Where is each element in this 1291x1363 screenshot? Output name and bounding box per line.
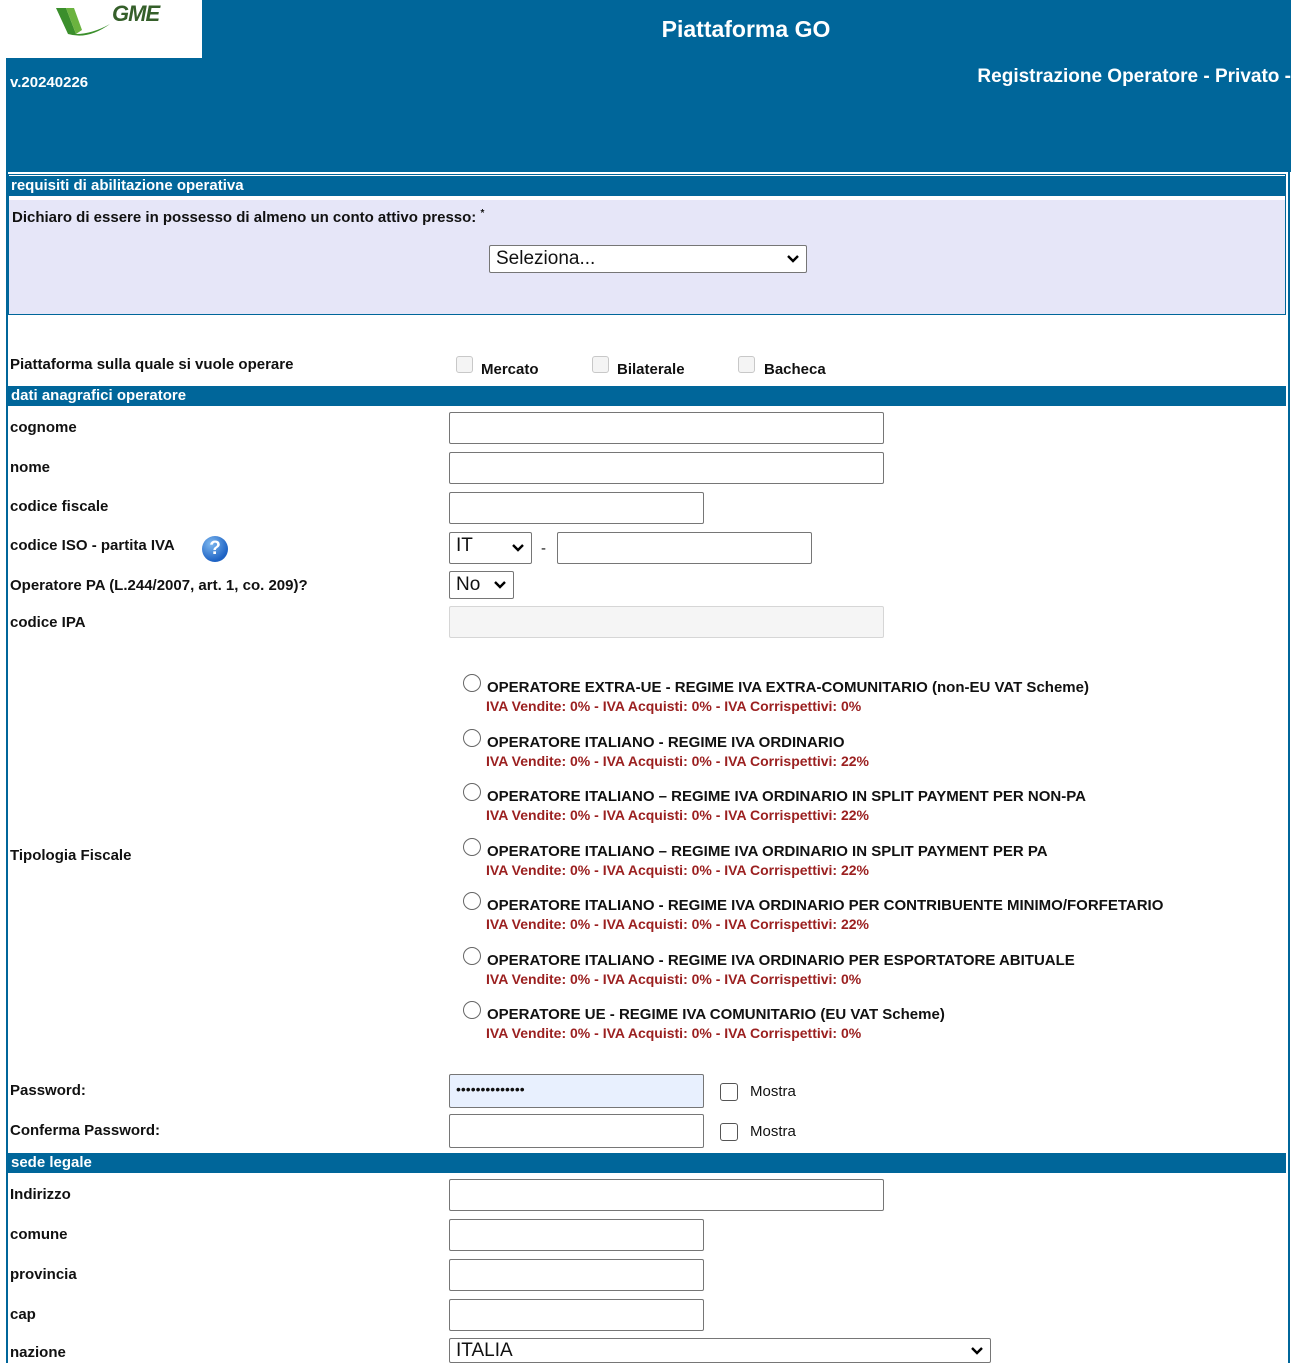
codice-fiscale-input[interactable] bbox=[449, 492, 704, 524]
provincia-label: provincia bbox=[10, 1266, 77, 1283]
show-password-label: Mostra bbox=[750, 1083, 796, 1100]
option-iva: IVA Vendite: 0% - IVA Acquisti: 0% - IVA… bbox=[486, 916, 869, 932]
section-header-requisiti: requisiti di abilitazione operativa bbox=[8, 176, 1286, 196]
checkbox-mercato-label: Mercato bbox=[481, 361, 539, 378]
confirm-password-input[interactable] bbox=[449, 1114, 704, 1148]
chevron-down-icon bbox=[971, 1347, 983, 1355]
radio-split-pa[interactable] bbox=[463, 838, 481, 856]
help-icon[interactable]: ? bbox=[202, 536, 228, 562]
conto-attivo-select[interactable]: Seleziona... bbox=[489, 245, 807, 273]
cognome-label: cognome bbox=[10, 419, 77, 436]
nome-input[interactable] bbox=[449, 452, 884, 484]
password-input[interactable]: •••••••••••••• bbox=[449, 1074, 704, 1108]
option-title: OPERATORE ITALIANO – REGIME IVA ORDINARI… bbox=[487, 788, 1086, 805]
version-label: v.20240226 bbox=[10, 74, 89, 91]
section-header-sede-legale: sede legale bbox=[8, 1153, 1286, 1173]
option-title: OPERATORE UE - REGIME IVA COMUNITARIO (E… bbox=[487, 1006, 945, 1023]
show-password-checkbox[interactable] bbox=[720, 1083, 738, 1101]
right-border bbox=[1288, 172, 1290, 1363]
indirizzo-input[interactable] bbox=[449, 1179, 884, 1211]
app-title: Piattaforma GO bbox=[661, 16, 831, 42]
codice-ipa-label: codice IPA bbox=[10, 614, 86, 631]
option-iva: IVA Vendite: 0% - IVA Acquisti: 0% - IVA… bbox=[486, 971, 862, 987]
show-confirm-password-checkbox[interactable] bbox=[720, 1123, 738, 1141]
codice-fiscale-label: codice fiscale bbox=[10, 498, 109, 515]
option-title: OPERATORE ITALIANO - REGIME IVA ORDINARI… bbox=[487, 952, 1075, 969]
show-confirm-password-label: Mostra bbox=[750, 1123, 796, 1140]
option-iva: IVA Vendite: 0% - IVA Acquisti: 0% - IVA… bbox=[486, 862, 869, 878]
provincia-input[interactable] bbox=[449, 1259, 704, 1291]
option-title: OPERATORE ITALIANO - REGIME IVA ORDINARI… bbox=[487, 897, 1164, 914]
page-subtitle: Registrazione Operatore - Privato - bbox=[977, 66, 1291, 87]
operatore-pa-select[interactable]: No bbox=[449, 571, 514, 599]
requisiti-box: Dichiaro di essere in possesso di almeno… bbox=[8, 200, 1286, 315]
codice-ipa-input-disabled bbox=[449, 606, 884, 638]
operatore-pa-label: Operatore PA (L.244/2007, art. 1, co. 20… bbox=[10, 577, 308, 594]
comune-input[interactable] bbox=[449, 1219, 704, 1251]
option-iva: IVA Vendite: 0% - IVA Acquisti: 0% - IVA… bbox=[486, 807, 869, 823]
required-mark: * bbox=[480, 208, 485, 219]
radio-italiano-ordinario[interactable] bbox=[463, 729, 481, 747]
left-border bbox=[6, 172, 8, 1363]
cap-label: cap bbox=[10, 1306, 36, 1323]
tipologia-fiscale-label: Tipologia Fiscale bbox=[10, 847, 132, 864]
iso-separator: - bbox=[541, 540, 546, 557]
chevron-down-icon bbox=[787, 255, 799, 263]
checkbox-mercato[interactable] bbox=[456, 356, 473, 373]
iso-piva-label: codice ISO - partita IVA bbox=[10, 537, 175, 554]
checkbox-bilaterale[interactable] bbox=[592, 356, 609, 373]
option-iva: IVA Vendite: 0% - IVA Acquisti: 0% - IVA… bbox=[486, 753, 869, 769]
option-title: OPERATORE ITALIANO - REGIME IVA ORDINARI… bbox=[487, 734, 845, 751]
checkbox-bacheca[interactable] bbox=[738, 356, 755, 373]
password-label: Password: bbox=[10, 1082, 86, 1099]
iso-code-select[interactable]: IT bbox=[449, 532, 532, 564]
declaration-label: Dichiaro di essere in possesso di almeno… bbox=[12, 208, 485, 226]
cognome-input[interactable] bbox=[449, 412, 884, 444]
option-iva: IVA Vendite: 0% - IVA Acquisti: 0% - IVA… bbox=[486, 1025, 862, 1041]
indirizzo-label: Indirizzo bbox=[10, 1186, 71, 1203]
cap-input[interactable] bbox=[449, 1299, 704, 1331]
checkbox-bilaterale-label: Bilaterale bbox=[617, 361, 685, 378]
partita-iva-input[interactable] bbox=[557, 532, 812, 564]
header-bar: GME Piattaforma GO v.20240226 Registrazi… bbox=[6, 0, 1291, 172]
comune-label: comune bbox=[10, 1226, 68, 1243]
nazione-label: nazione bbox=[10, 1344, 66, 1361]
option-title: OPERATORE EXTRA-UE - REGIME IVA EXTRA-CO… bbox=[487, 679, 1089, 696]
radio-operatore-ue[interactable] bbox=[463, 1001, 481, 1019]
option-title: OPERATORE ITALIANO – REGIME IVA ORDINARI… bbox=[487, 843, 1048, 860]
chevron-down-icon bbox=[494, 581, 506, 589]
radio-split-non-pa[interactable] bbox=[463, 783, 481, 801]
checkbox-bacheca-label: Bacheca bbox=[764, 361, 826, 378]
radio-minimo-forfetario[interactable] bbox=[463, 892, 481, 910]
chevron-down-icon bbox=[512, 544, 524, 552]
nome-label: nome bbox=[10, 459, 51, 476]
piattaforma-label: Piattaforma sulla quale si vuole operare bbox=[10, 356, 294, 373]
radio-esportatore-abituale[interactable] bbox=[463, 947, 481, 965]
radio-extra-ue[interactable] bbox=[463, 674, 481, 692]
option-iva: IVA Vendite: 0% - IVA Acquisti: 0% - IVA… bbox=[486, 698, 862, 714]
confirm-password-label: Conferma Password: bbox=[10, 1122, 161, 1139]
section-header-anagrafica: dati anagrafici operatore bbox=[8, 386, 1286, 406]
nazione-select[interactable]: ITALIA bbox=[449, 1338, 991, 1363]
